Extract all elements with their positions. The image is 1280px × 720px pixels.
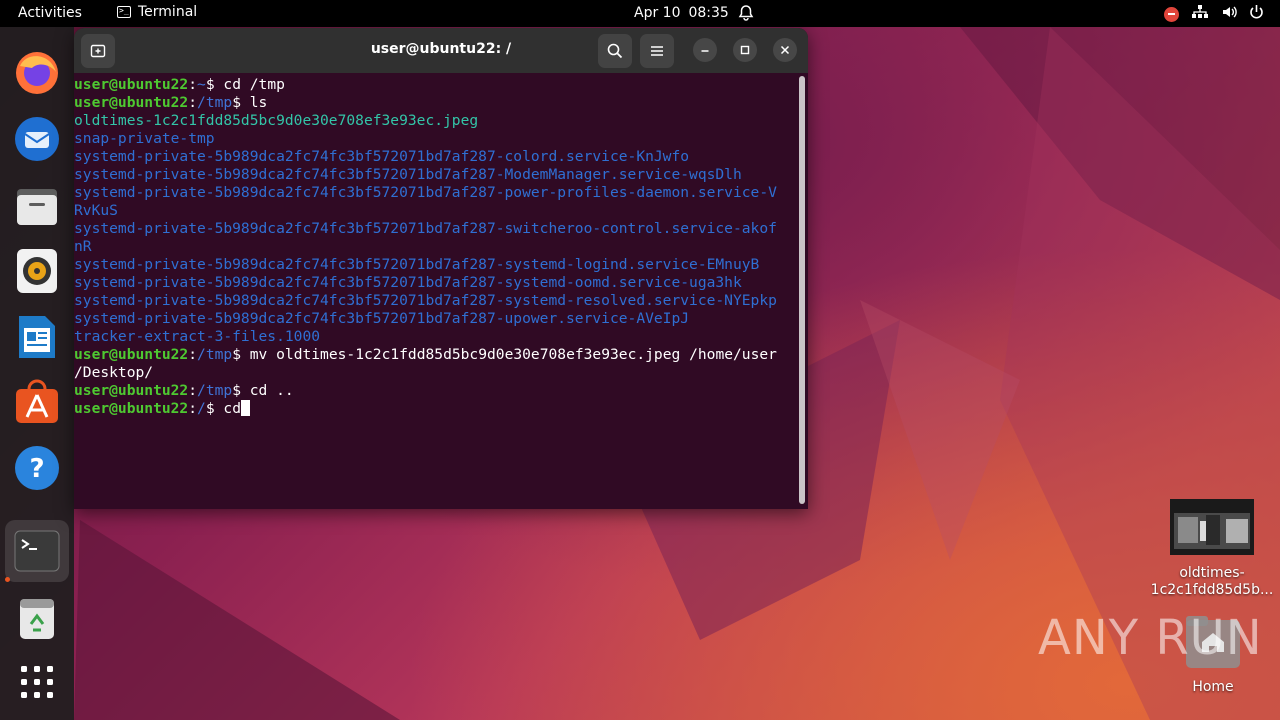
top-bar: Activities >_ Terminal Apr 10 08:35 bbox=[0, 0, 1280, 27]
image-thumbnail-icon bbox=[1170, 499, 1254, 555]
help-icon: ? bbox=[15, 446, 59, 490]
dock-files[interactable] bbox=[9, 178, 65, 234]
dock: ? bbox=[0, 27, 74, 720]
dock-help[interactable]: ? bbox=[9, 440, 65, 496]
hamburger-menu-icon bbox=[651, 46, 663, 56]
ls-dir-entry: systemd-private-5b989dca2fc74fc3bf572071… bbox=[74, 274, 742, 291]
maximize-icon bbox=[740, 45, 750, 55]
terminal-line: user@ubuntu22:/tmp$ ls bbox=[74, 94, 268, 111]
close-icon bbox=[780, 45, 790, 55]
trash-icon bbox=[20, 599, 54, 639]
dock-app-center[interactable] bbox=[9, 374, 65, 430]
notification-bell-icon[interactable] bbox=[738, 4, 754, 25]
network-icon bbox=[1191, 4, 1209, 24]
libreoffice-writer-icon bbox=[19, 316, 55, 358]
dock-show-apps[interactable] bbox=[9, 654, 65, 710]
text-cursor bbox=[240, 400, 250, 416]
do-not-disturb-icon[interactable] bbox=[1164, 6, 1179, 22]
terminal-scrollbar[interactable] bbox=[799, 76, 805, 504]
clock[interactable]: Apr 10 08:35 bbox=[634, 5, 729, 21]
terminal-line: user@ubuntu22:/tmp$ cd .. bbox=[74, 382, 294, 399]
anyrun-watermark: ANY RUN bbox=[1038, 610, 1263, 666]
desktop-file-label: oldtimes- bbox=[1179, 565, 1245, 581]
ls-dir-entry: RvKuS bbox=[74, 202, 118, 219]
thunderbird-icon bbox=[15, 117, 59, 161]
terminal-line: /Desktop/ bbox=[74, 364, 154, 381]
minimize-button[interactable] bbox=[693, 38, 717, 62]
dock-terminal[interactable] bbox=[5, 520, 69, 582]
ls-dir-entry: systemd-private-5b989dca2fc74fc3bf572071… bbox=[74, 148, 690, 165]
clock-time: 08:35 bbox=[688, 5, 729, 21]
terminal-icon bbox=[14, 530, 60, 572]
show-apps-icon bbox=[21, 666, 53, 698]
desktop-home-label: Home bbox=[1192, 679, 1234, 695]
terminal-running-indicator bbox=[5, 577, 10, 582]
power-icon bbox=[1249, 4, 1264, 24]
dock-trash[interactable] bbox=[9, 591, 65, 647]
app-menu[interactable]: >_ Terminal bbox=[117, 4, 197, 20]
terminal-window[interactable]: user@ubuntu22: / user@ubuntu22:~$ cd /tm… bbox=[74, 28, 808, 509]
maximize-button[interactable] bbox=[733, 38, 757, 62]
system-tray[interactable] bbox=[1164, 4, 1264, 24]
svg-text:?: ? bbox=[29, 454, 44, 484]
menu-button[interactable] bbox=[640, 34, 674, 68]
ls-dir-entry: nR bbox=[74, 238, 92, 255]
app-center-icon bbox=[16, 379, 58, 423]
ls-dir-entry: systemd-private-5b989dca2fc74fc3bf572071… bbox=[74, 220, 777, 237]
terminal-app-icon: >_ bbox=[117, 6, 131, 18]
search-icon bbox=[607, 43, 623, 59]
terminal-output[interactable]: user@ubuntu22:~$ cd /tmp user@ubuntu22:/… bbox=[74, 76, 798, 508]
desktop-file-label-cont: 1c2c1fdd85d5b... bbox=[1150, 582, 1274, 598]
clock-date: Apr 10 bbox=[634, 5, 681, 21]
volume-icon bbox=[1221, 4, 1237, 24]
close-button[interactable] bbox=[773, 38, 797, 62]
app-menu-label: Terminal bbox=[138, 4, 198, 20]
dock-libreoffice-writer[interactable] bbox=[9, 309, 65, 365]
ls-dir-entry: snap-private-tmp bbox=[74, 130, 215, 147]
dock-thunderbird[interactable] bbox=[9, 111, 65, 167]
search-button[interactable] bbox=[598, 34, 632, 68]
desktop-file-oldtimes[interactable]: oldtimes- 1c2c1fdd85d5b... bbox=[1150, 499, 1274, 599]
minimize-icon bbox=[701, 50, 709, 52]
terminal-current-line[interactable]: user@ubuntu22:/$ cd bbox=[74, 400, 798, 418]
files-icon bbox=[17, 189, 57, 225]
terminal-line: user@ubuntu22:/tmp$ mv oldtimes-1c2c1fdd… bbox=[74, 346, 777, 363]
ls-dir-entry: tracker-extract-3-files.1000 bbox=[74, 328, 321, 345]
terminal-line: user@ubuntu22:~$ cd /tmp bbox=[74, 76, 285, 93]
ls-dir-entry: systemd-private-5b989dca2fc74fc3bf572071… bbox=[74, 310, 690, 327]
ls-file-entry: oldtimes-1c2c1fdd85d5bc9d0e30e708ef3e93e… bbox=[74, 112, 479, 129]
ls-dir-entry: systemd-private-5b989dca2fc74fc3bf572071… bbox=[74, 292, 777, 309]
dock-firefox[interactable] bbox=[9, 45, 65, 101]
ls-dir-entry: systemd-private-5b989dca2fc74fc3bf572071… bbox=[74, 166, 742, 183]
terminal-header-bar[interactable]: user@ubuntu22: / bbox=[74, 28, 808, 73]
rhythmbox-icon bbox=[17, 249, 57, 293]
firefox-icon bbox=[16, 52, 58, 94]
activities-button[interactable]: Activities bbox=[18, 5, 82, 21]
dock-rhythmbox[interactable] bbox=[9, 243, 65, 299]
ls-dir-entry: systemd-private-5b989dca2fc74fc3bf572071… bbox=[74, 184, 777, 201]
ls-dir-entry: systemd-private-5b989dca2fc74fc3bf572071… bbox=[74, 256, 760, 273]
